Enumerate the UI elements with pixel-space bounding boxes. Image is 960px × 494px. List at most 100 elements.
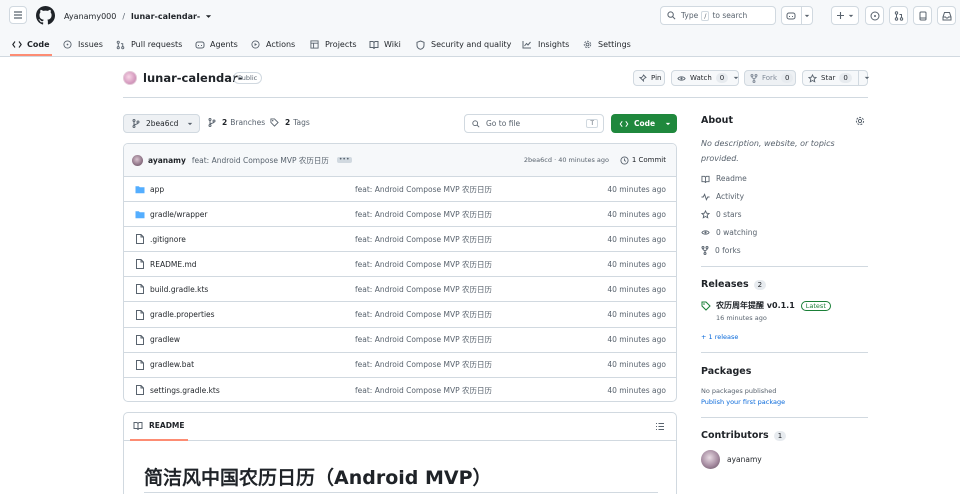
table-row[interactable]: gradlew feat: Android Compose MVP 农历日历 40 …	[124, 328, 676, 353]
copilot-icon	[782, 11, 801, 20]
about-stars[interactable]: 0 stars	[701, 210, 742, 219]
tab-actions[interactable]: Actions	[251, 35, 295, 54]
watch-button[interactable]: Watch 0	[671, 70, 739, 86]
fork-button[interactable]: Fork 0	[744, 70, 796, 86]
commit-author[interactable]: ayanamy	[148, 156, 186, 165]
issues-button[interactable]	[865, 6, 884, 25]
eye-icon	[701, 229, 710, 236]
file-name[interactable]: app	[150, 185, 164, 194]
file-commit-message[interactable]: feat: Android Compose MVP 农历日历	[355, 359, 492, 370]
file-name[interactable]: build.gradle.kts	[150, 285, 208, 294]
file-name[interactable]: .gitignore	[150, 235, 186, 244]
file-name[interactable]: README.md	[150, 260, 197, 269]
about-watching[interactable]: 0 watching	[701, 228, 757, 237]
about-activity[interactable]: Activity	[701, 192, 744, 201]
tag-icon	[701, 301, 711, 311]
contributors-heading[interactable]: Contributors 1	[701, 430, 787, 441]
commit-count-label: 1 Commit	[631, 156, 666, 164]
watch-count: 0	[715, 73, 729, 83]
about-forks[interactable]: 0 forks	[701, 246, 741, 255]
pull-requests-button[interactable]	[889, 6, 908, 25]
file-commit-message[interactable]: feat: Android Compose MVP 农历日历	[355, 209, 492, 220]
commit-message[interactable]: feat: Android Compose MVP 农历日历	[192, 155, 329, 166]
file-commit-message[interactable]: feat: Android Compose MVP 农历日历	[355, 184, 492, 195]
fork-label: Fork	[762, 74, 777, 82]
table-row[interactable]: README.md feat: Android Compose MVP 农历日历 4…	[124, 252, 676, 278]
packages-title[interactable]: Packages	[701, 366, 751, 377]
table-row[interactable]: app feat: Android Compose MVP 农历日历 40 minu…	[124, 177, 676, 203]
go-to-file-key: T	[586, 119, 598, 128]
git-pull-request-icon	[116, 40, 125, 50]
branches-label: Branches	[230, 118, 266, 127]
about-item-label: 0 forks	[715, 246, 741, 255]
repo-title[interactable]: lunar-calendar-	[143, 71, 242, 85]
file-icon	[136, 334, 144, 345]
star-button[interactable]: Star 0	[802, 70, 870, 86]
about-readme[interactable]: Readme	[701, 174, 747, 183]
tab-settings[interactable]: Settings	[583, 35, 631, 54]
chevron-down-icon[interactable]	[205, 13, 212, 20]
tab-security[interactable]: Security and quality	[416, 35, 511, 54]
releases-heading[interactable]: Releases 2	[701, 279, 767, 290]
menu-button[interactable]	[9, 6, 27, 24]
file-commit-message[interactable]: feat: Android Compose MVP 农历日历	[355, 234, 492, 245]
avatar[interactable]	[132, 154, 143, 166]
file-commit-message[interactable]: feat: Android Compose MVP 农历日历	[355, 284, 492, 295]
code-button[interactable]: Code	[611, 114, 677, 133]
go-to-file-placeholder: Go to file	[486, 119, 521, 128]
table-row[interactable]: gradle.properties feat: Android Compose M…	[124, 302, 676, 328]
code-icon	[12, 40, 22, 49]
tab-issues[interactable]: Issues	[63, 35, 103, 54]
commit-count[interactable]: 1 Commit	[620, 155, 666, 165]
release-item[interactable]: 农历周年提醒 v0.1.1 Latest	[701, 300, 831, 311]
publish-package-link[interactable]: Publish your first package	[701, 398, 785, 406]
contributor-item[interactable]: ayanamy	[701, 450, 762, 469]
tab-agents[interactable]: Agents	[195, 35, 238, 54]
file-commit-message[interactable]: feat: Android Compose MVP 农历日历	[355, 309, 492, 320]
tab-projects[interactable]: Projects	[310, 35, 357, 54]
tab-label: Security and quality	[431, 40, 512, 49]
tags-link[interactable]: 2 Tags	[270, 118, 310, 127]
gear-icon[interactable]	[855, 116, 865, 126]
breadcrumb-owner[interactable]: Ayanamy000	[64, 12, 116, 21]
folder-icon	[135, 210, 145, 219]
copilot-button[interactable]	[781, 6, 813, 25]
releases-more-link[interactable]: + 1 release	[701, 333, 738, 341]
file-commit-message[interactable]: feat: Android Compose MVP 农历日历	[355, 385, 492, 396]
tab-wiki[interactable]: Wiki	[369, 35, 401, 54]
file-name[interactable]: settings.gradle.kts	[150, 386, 220, 395]
readme-tab[interactable]: README	[130, 413, 188, 441]
repositories-button[interactable]	[913, 6, 932, 25]
github-logo-icon[interactable]	[36, 6, 55, 25]
tab-pull-requests[interactable]: Pull requests	[116, 35, 182, 54]
table-row[interactable]: settings.gradle.kts feat: Android Compose…	[124, 378, 676, 401]
pin-button[interactable]: Pin	[633, 70, 665, 86]
repo-avatar[interactable]	[123, 71, 137, 85]
file-name[interactable]: gradle/wrapper	[150, 210, 207, 219]
table-row[interactable]: gradle/wrapper feat: Android Compose MVP …	[124, 202, 676, 228]
chevron-down-icon	[848, 13, 854, 19]
divider	[701, 417, 868, 418]
ellipsis-icon[interactable]: •••	[336, 157, 352, 163]
table-row[interactable]: .gitignore feat: Android Compose MVP 农历日历…	[124, 227, 676, 253]
branch-select[interactable]: 2bea6cd	[123, 114, 200, 133]
breadcrumb-repo[interactable]: lunar-calendar-	[131, 12, 200, 21]
file-name[interactable]: gradlew	[150, 335, 180, 344]
table-row[interactable]: gradlew.bat feat: Android Compose MVP 农历日…	[124, 353, 676, 378]
file-name[interactable]: gradle.properties	[150, 310, 215, 319]
file-commit-message[interactable]: feat: Android Compose MVP 农历日历	[355, 334, 492, 345]
table-row[interactable]: build.gradle.kts feat: Android Compose MV…	[124, 277, 676, 303]
go-to-file-input[interactable]: Go to file T	[464, 114, 604, 133]
file-commit-message[interactable]: feat: Android Compose MVP 农历日历	[355, 259, 492, 270]
file-name[interactable]: gradlew.bat	[150, 360, 194, 369]
tab-insights[interactable]: Insights	[522, 35, 569, 54]
commit-hash-time[interactable]: 2bea6cd · 40 minutes ago	[524, 156, 609, 164]
outline-icon[interactable]	[655, 422, 665, 431]
tab-code[interactable]: Code	[10, 35, 52, 56]
tab-label: Projects	[325, 40, 357, 49]
create-new-button[interactable]	[831, 6, 859, 25]
inbox-button[interactable]	[937, 6, 956, 25]
search-input[interactable]: Type / to search	[660, 6, 776, 25]
watch-label: Watch	[690, 74, 712, 82]
branches-link[interactable]: 2 Branches	[208, 118, 265, 127]
